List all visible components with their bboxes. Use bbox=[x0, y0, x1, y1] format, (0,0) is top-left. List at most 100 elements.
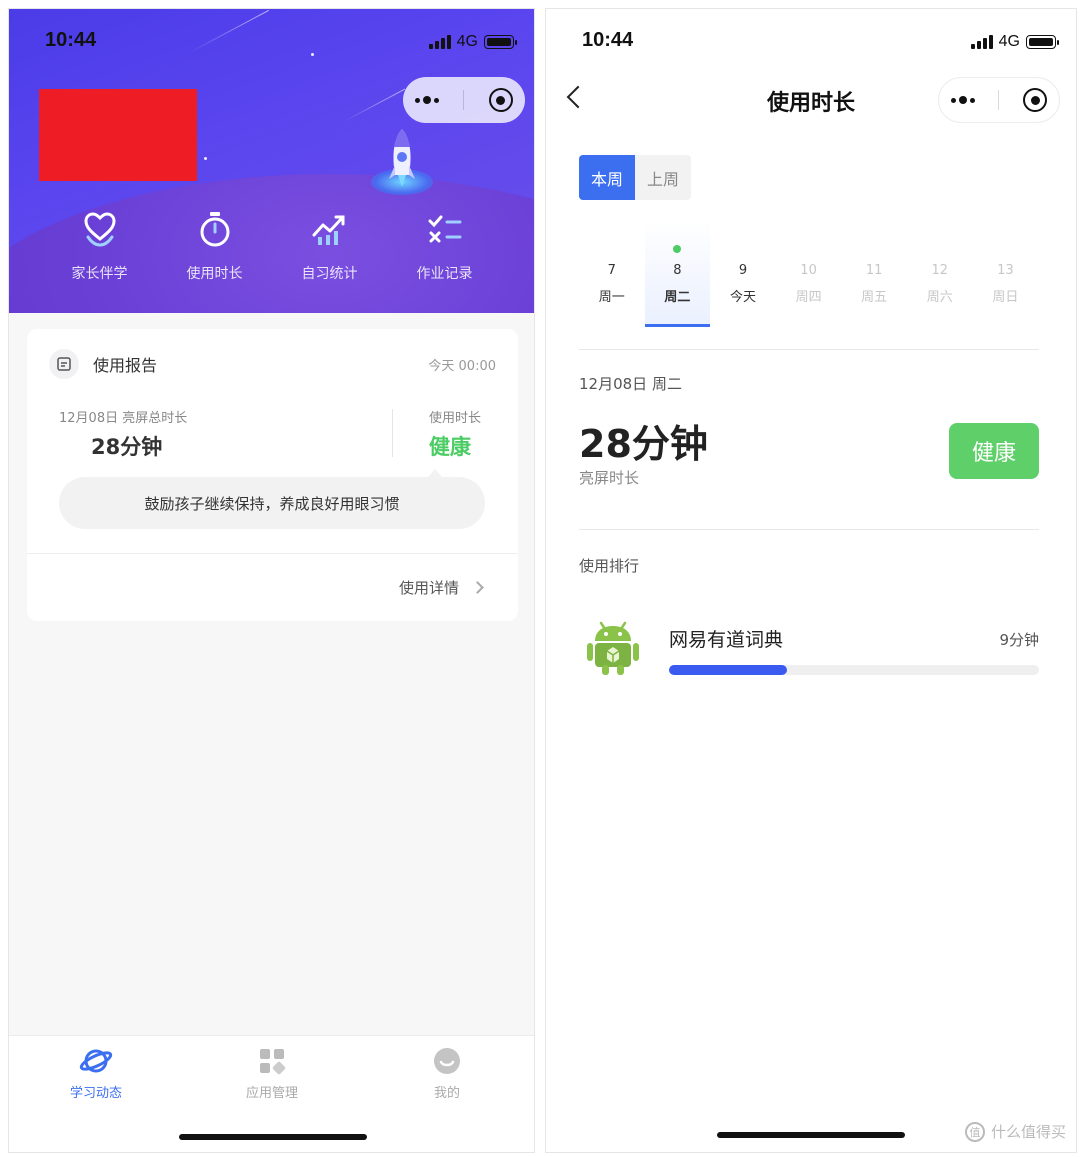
more-menu-icon[interactable] bbox=[415, 96, 440, 104]
battery-icon bbox=[1026, 35, 1059, 49]
right-phone-screen: 10:44 4G 使用时长 本周 上周 7 周一 8 周二 9 今天 10 周四 11 周… bbox=[545, 8, 1077, 1153]
day-number: 8 bbox=[673, 263, 682, 278]
status-time: 10:44 bbox=[582, 29, 634, 51]
star-decoration bbox=[204, 157, 207, 160]
chevron-right-icon bbox=[471, 581, 484, 594]
day-selector: 7 周一 8 周二 9 今天 10 周四 11 周五 12 周六 13 周日 bbox=[579, 221, 1045, 327]
report-separator bbox=[27, 553, 518, 554]
day-number: 11 bbox=[865, 263, 883, 278]
tab-last-week[interactable]: 上周 bbox=[635, 155, 691, 200]
tab-learning-feed[interactable]: 学习动态 bbox=[36, 1046, 156, 1101]
day-label: 周一 bbox=[598, 290, 625, 305]
day-label: 今天 bbox=[729, 290, 756, 305]
checklist-icon bbox=[428, 215, 461, 243]
network-type: 4G bbox=[456, 33, 478, 50]
shortcut-label: 使用时长 bbox=[186, 266, 243, 282]
status-bar: 10:44 4G bbox=[9, 9, 534, 75]
shortcut-label: 作业记录 bbox=[416, 266, 473, 282]
home-indicator bbox=[178, 1134, 367, 1140]
report-time: 今天 00:00 bbox=[428, 358, 496, 374]
usage-details-link[interactable]: 使用详情 bbox=[399, 577, 484, 598]
miniprogram-capsule bbox=[403, 77, 525, 123]
capsule-divider bbox=[463, 90, 465, 110]
day-number: 9 bbox=[738, 263, 748, 278]
watermark-logo-icon: 值 bbox=[964, 1121, 985, 1142]
day-label: 周二 bbox=[664, 290, 691, 305]
screen-time-value: 28分钟 bbox=[91, 435, 163, 459]
hero-shortcuts: 家长伴学 使用时长 自习统计 作业记录 bbox=[9, 209, 534, 283]
miniprogram-capsule bbox=[938, 77, 1060, 123]
usage-report-card: 使用报告 今天 00:00 12月08日 亮屏总时长 28分钟 使用时长 健康 … bbox=[27, 329, 518, 621]
day-label: 周五 bbox=[861, 290, 888, 305]
report-title: 使用报告 bbox=[93, 356, 158, 375]
document-icon bbox=[49, 349, 79, 379]
day-cell: 13 周日 bbox=[973, 221, 1039, 327]
usage-progress-track bbox=[669, 665, 1039, 675]
day-label: 周四 bbox=[795, 290, 822, 305]
shortcut-usage-time[interactable]: 使用时长 bbox=[157, 209, 272, 283]
android-icon bbox=[587, 621, 639, 675]
status-indicators: 4G bbox=[428, 33, 517, 51]
usage-label: 使用时长 bbox=[429, 411, 482, 426]
signal-icon bbox=[970, 35, 993, 49]
home-indicator bbox=[717, 1132, 905, 1138]
shortcut-label: 自习统计 bbox=[301, 266, 358, 282]
apps-grid-icon bbox=[260, 1049, 286, 1075]
site-watermark: 值 什么值得买 bbox=[964, 1121, 1066, 1142]
day-number: 13 bbox=[997, 263, 1014, 278]
status-time: 10:44 bbox=[45, 29, 97, 51]
network-type: 4G bbox=[998, 33, 1020, 50]
health-badge: 健康 bbox=[949, 423, 1039, 479]
rocket-icon bbox=[389, 129, 415, 187]
shooting-star-decoration bbox=[342, 88, 406, 123]
status-indicators: 4G bbox=[970, 33, 1059, 51]
day-cell: 11 周五 bbox=[841, 221, 907, 327]
app-name: 网易有道词典 bbox=[669, 629, 784, 651]
screen-time-caption: 亮屏时长 bbox=[579, 469, 640, 487]
tab-app-management[interactable]: 应用管理 bbox=[212, 1046, 332, 1101]
tab-label: 我的 bbox=[433, 1086, 460, 1101]
heart-hand-icon bbox=[83, 212, 116, 247]
day-cell[interactable]: 9 今天 bbox=[710, 221, 776, 327]
day-number: 7 bbox=[607, 263, 616, 278]
planet-icon bbox=[79, 1049, 113, 1073]
day-cell: 12 周六 bbox=[907, 221, 973, 327]
app-usage-row[interactable]: 网易有道词典 9分钟 bbox=[579, 613, 1039, 685]
shortcut-study-stats[interactable]: 自习统计 bbox=[272, 209, 387, 283]
day-cell-selected[interactable]: 8 周二 bbox=[644, 221, 711, 327]
selected-date: 12月08日 周二 bbox=[579, 375, 682, 393]
section-divider bbox=[579, 529, 1039, 530]
watermark-text: 什么值得买 bbox=[990, 1123, 1066, 1141]
bottom-tab-bar: 学习动态 应用管理 我的 bbox=[9, 1035, 534, 1152]
data-dot-indicator bbox=[673, 245, 682, 253]
close-target-icon[interactable] bbox=[1023, 88, 1048, 112]
day-label: 周六 bbox=[926, 290, 953, 305]
report-header: 使用报告 今天 00:00 bbox=[49, 349, 496, 379]
usage-progress-fill bbox=[669, 665, 788, 675]
tab-label: 应用管理 bbox=[245, 1086, 298, 1101]
day-cell[interactable]: 7 周一 bbox=[579, 221, 645, 327]
tab-profile[interactable]: 我的 bbox=[387, 1046, 507, 1101]
app-usage-time: 9分钟 bbox=[999, 631, 1039, 649]
shortcut-label: 家长伴学 bbox=[71, 266, 128, 282]
day-cell: 10 周四 bbox=[776, 221, 842, 327]
profile-icon bbox=[434, 1048, 460, 1074]
signal-icon bbox=[428, 35, 451, 49]
section-divider bbox=[579, 349, 1039, 350]
shortcut-homework-log[interactable]: 作业记录 bbox=[387, 209, 502, 283]
tab-this-week[interactable]: 本周 bbox=[579, 155, 635, 200]
left-phone-screen: 10:44 4G 家长伴学 使用时长 自习统计 作业记录 使用报告 今天 00:… bbox=[8, 8, 535, 1153]
trend-chart-icon bbox=[312, 215, 344, 245]
screen-time-total: 28分钟 bbox=[579, 422, 708, 466]
close-target-icon[interactable] bbox=[488, 88, 513, 112]
status-bar: 10:44 4G bbox=[546, 9, 1076, 75]
redacted-user-info bbox=[39, 89, 197, 181]
shortcut-parent-study[interactable]: 家长伴学 bbox=[42, 209, 157, 283]
encouragement-tip: 鼓励孩子继续保持，养成良好用眼习惯 bbox=[59, 469, 485, 529]
week-toggle: 本周 上周 bbox=[579, 155, 691, 200]
day-label: 周日 bbox=[992, 290, 1019, 305]
report-divider bbox=[392, 409, 393, 457]
battery-icon bbox=[484, 35, 517, 49]
usage-status: 健康 bbox=[429, 435, 471, 459]
more-menu-icon[interactable] bbox=[950, 96, 975, 104]
